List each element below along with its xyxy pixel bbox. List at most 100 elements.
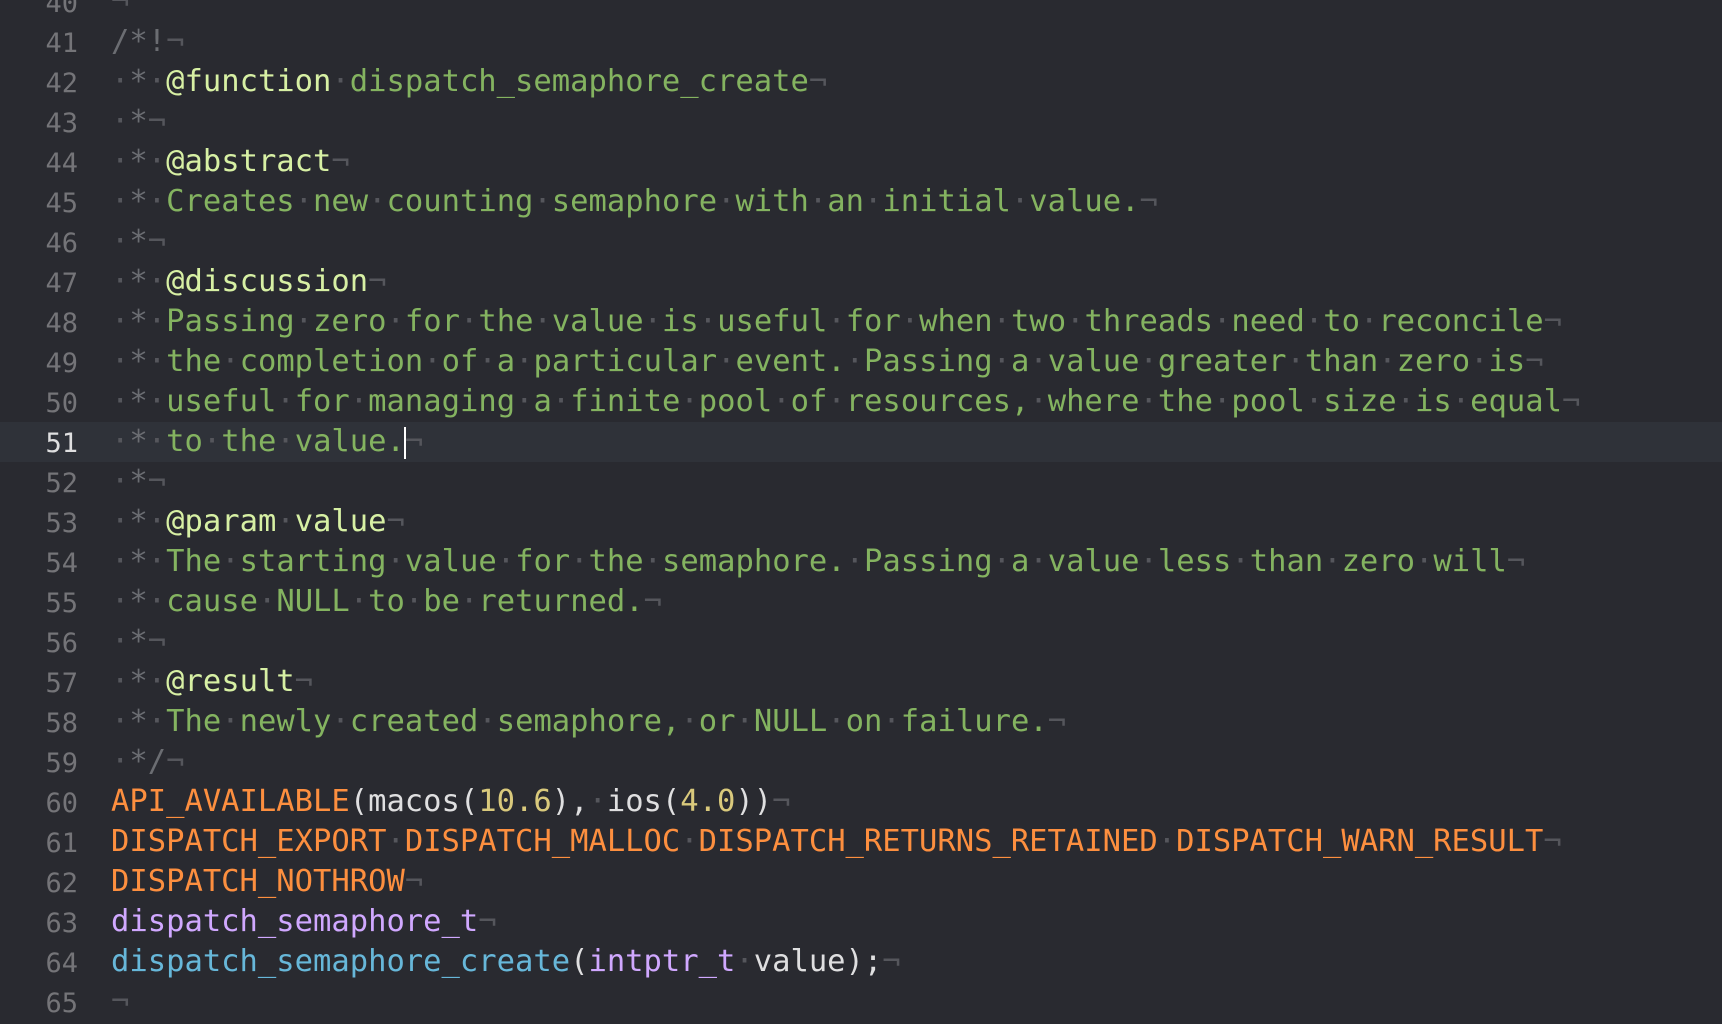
invisible-char: · (772, 384, 791, 419)
line-content[interactable]: ·*·@abstract¬ (111, 142, 350, 182)
line-content[interactable]: ·*¬ (111, 462, 166, 502)
code-line[interactable]: 47 ·*·@discussion¬ (0, 262, 1722, 302)
line-content[interactable]: ·*/¬ (111, 742, 184, 782)
code-line[interactable]: 59 ·*/¬ (0, 742, 1722, 782)
code-line[interactable]: 45 ·*·Creates·new·counting·semaphore·with… (0, 182, 1722, 222)
invisible-char: ¬ (111, 0, 130, 19)
code-token: completion (239, 344, 424, 379)
code-token: DISPATCH_RETURNS_RETAINED (698, 824, 1158, 859)
code-line[interactable]: 58 ·*·The·newly·created·semaphore,·or·NUL… (0, 702, 1722, 742)
line-content[interactable]: ·*·The·starting·value·for·the·semaphore.… (111, 542, 1525, 582)
line-content[interactable]: ·*·the·completion·of·a·particular·event.… (111, 342, 1544, 382)
line-content[interactable]: ·*·@function·dispatch_semaphore_create¬ (111, 62, 827, 102)
line-content[interactable]: dispatch_semaphore_t¬ (111, 902, 497, 942)
line-content[interactable]: DISPATCH_EXPORT·DISPATCH_MALLOC·DISPATCH… (111, 822, 1562, 862)
code-editor[interactable]: 40 ¬ 41/*!¬ 42 ·*·@function·dispatch_semapho… (0, 0, 1722, 1022)
line-content[interactable]: ·*·The·newly·created·semaphore,·or·NULL·… (111, 702, 1066, 742)
invisible-char: · (147, 264, 167, 299)
code-line[interactable]: 55 ·*·cause·NULL·to·be·returned.¬ (0, 582, 1722, 622)
line-content[interactable]: ·*·to·the·value.¬ (111, 422, 423, 462)
line-content[interactable]: ·*¬ (111, 222, 166, 262)
invisible-char: · (735, 944, 754, 979)
invisible-char: · (808, 184, 828, 219)
code-token: pool (1231, 384, 1305, 419)
invisible-char: · (221, 544, 240, 579)
invisible-char: · (111, 264, 130, 299)
code-token: a (1010, 344, 1030, 379)
code-line[interactable]: 53 ·*·@param·value¬ (0, 502, 1722, 542)
code-token: semaphore. (662, 544, 846, 579)
code-token: the (166, 344, 222, 379)
line-content[interactable]: ·*·useful·for·managing·a·finite·pool·of·… (111, 382, 1580, 422)
code-token: NULL (753, 704, 828, 739)
code-token: @function (166, 64, 332, 99)
line-content[interactable]: ·*¬ (111, 102, 166, 142)
code-line[interactable]: 65 ¬ (0, 982, 1722, 1022)
line-content[interactable]: ·*·cause·NULL·to·be·returned.¬ (111, 582, 662, 622)
code-line[interactable]: 61 DISPATCH_EXPORT·DISPATCH_MALLOC·DISPAT… (0, 822, 1722, 862)
line-content[interactable]: ·*·@param·value¬ (111, 502, 405, 542)
code-line[interactable]: 51 ·*·to·the·value.¬ (0, 422, 1722, 462)
code-line[interactable]: 64 dispatch_semaphore_create(intptr_t·val… (0, 942, 1722, 982)
code-token: starting (239, 544, 387, 579)
line-content[interactable]: ¬ (111, 982, 129, 1022)
invisible-char: · (294, 184, 314, 219)
code-token: intptr_t (588, 944, 736, 979)
code-token: useful (717, 304, 828, 339)
code-token: dispatch_semaphore_t (111, 904, 479, 939)
code-line[interactable]: 50 ·*·useful·for·managing·a·finite·pool·o… (0, 382, 1722, 422)
line-content[interactable]: dispatch_semaphore_create(intptr_t·value… (111, 942, 901, 982)
code-token: * (129, 704, 148, 739)
invisible-char: · (496, 544, 516, 579)
code-token: created (349, 704, 479, 739)
code-line[interactable]: 57 ·*·@result¬ (0, 662, 1722, 702)
code-token: a (496, 344, 516, 379)
code-token: Passing (864, 344, 993, 379)
line-content[interactable]: ·*·@result¬ (111, 662, 313, 702)
code-line[interactable]: 43 ·*¬ (0, 102, 1722, 142)
code-token: need (1231, 304, 1305, 339)
line-content[interactable]: ¬ (111, 0, 129, 22)
invisible-char: · (992, 304, 1011, 339)
code-line[interactable]: 52 ·*¬ (0, 462, 1722, 502)
line-content[interactable]: DISPATCH_NOTHROW¬ (111, 862, 423, 902)
code-token: Creates (166, 184, 295, 219)
invisible-char: · (111, 664, 130, 699)
invisible-char: · (404, 584, 424, 619)
code-token: cause (166, 584, 258, 619)
line-content[interactable]: ·*·Passing·zero·for·the·value·is·useful·… (111, 302, 1562, 342)
code-line[interactable]: 49 ·*·the·completion·of·a·particular·even… (0, 342, 1722, 382)
code-line[interactable]: 54 ·*·The·starting·value·for·the·semaphor… (0, 542, 1722, 582)
line-content[interactable]: ·*·@discussion¬ (111, 262, 387, 302)
code-line[interactable]: 63 dispatch_semaphore_t¬ (0, 902, 1722, 942)
line-content[interactable]: /*!¬ (111, 22, 184, 62)
code-line[interactable]: 46 ·*¬ (0, 222, 1722, 262)
code-line[interactable]: 42 ·*·@function·dispatch_semaphore_create… (0, 62, 1722, 102)
code-line[interactable]: 56 ·*¬ (0, 622, 1722, 662)
code-line[interactable]: 41 /*!¬ (0, 22, 1722, 62)
line-content[interactable]: API_AVAILABLE(macos(10.6),·ios(4.0))¬ (111, 782, 790, 822)
code-line[interactable]: 44 ·*·@abstract¬ (0, 142, 1722, 182)
code-token: event. (735, 344, 846, 379)
code-token: be (423, 584, 460, 619)
line-content[interactable]: ·*¬ (111, 622, 166, 662)
invisible-char: ¬ (1561, 384, 1581, 419)
code-token: /*! (111, 24, 167, 59)
code-token: is (1488, 344, 1526, 379)
code-token: (macos( (349, 784, 479, 819)
invisible-char: · (147, 344, 167, 379)
invisible-char: · (147, 664, 167, 699)
code-line[interactable]: 40 ¬ (0, 0, 1722, 22)
invisible-char: · (1213, 304, 1232, 339)
invisible-char: ¬ (368, 264, 387, 299)
invisible-char: · (349, 384, 369, 419)
invisible-char: · (864, 184, 883, 219)
code-token: value. (294, 424, 405, 459)
code-line[interactable]: 48 ·*·Passing·zero·for·the·value·is·usefu… (0, 302, 1722, 342)
code-line[interactable]: 62 DISPATCH_NOTHROW¬ (0, 862, 1722, 902)
code-line[interactable]: 60 API_AVAILABLE(macos(10.6),·ios(4.0))¬ (0, 782, 1722, 822)
invisible-char: ¬ (1139, 184, 1158, 219)
invisible-char: ¬ (1543, 824, 1562, 859)
line-content[interactable]: ·*·Creates·new·counting·semaphore·with·a… (111, 182, 1158, 222)
invisible-char: · (111, 104, 130, 139)
